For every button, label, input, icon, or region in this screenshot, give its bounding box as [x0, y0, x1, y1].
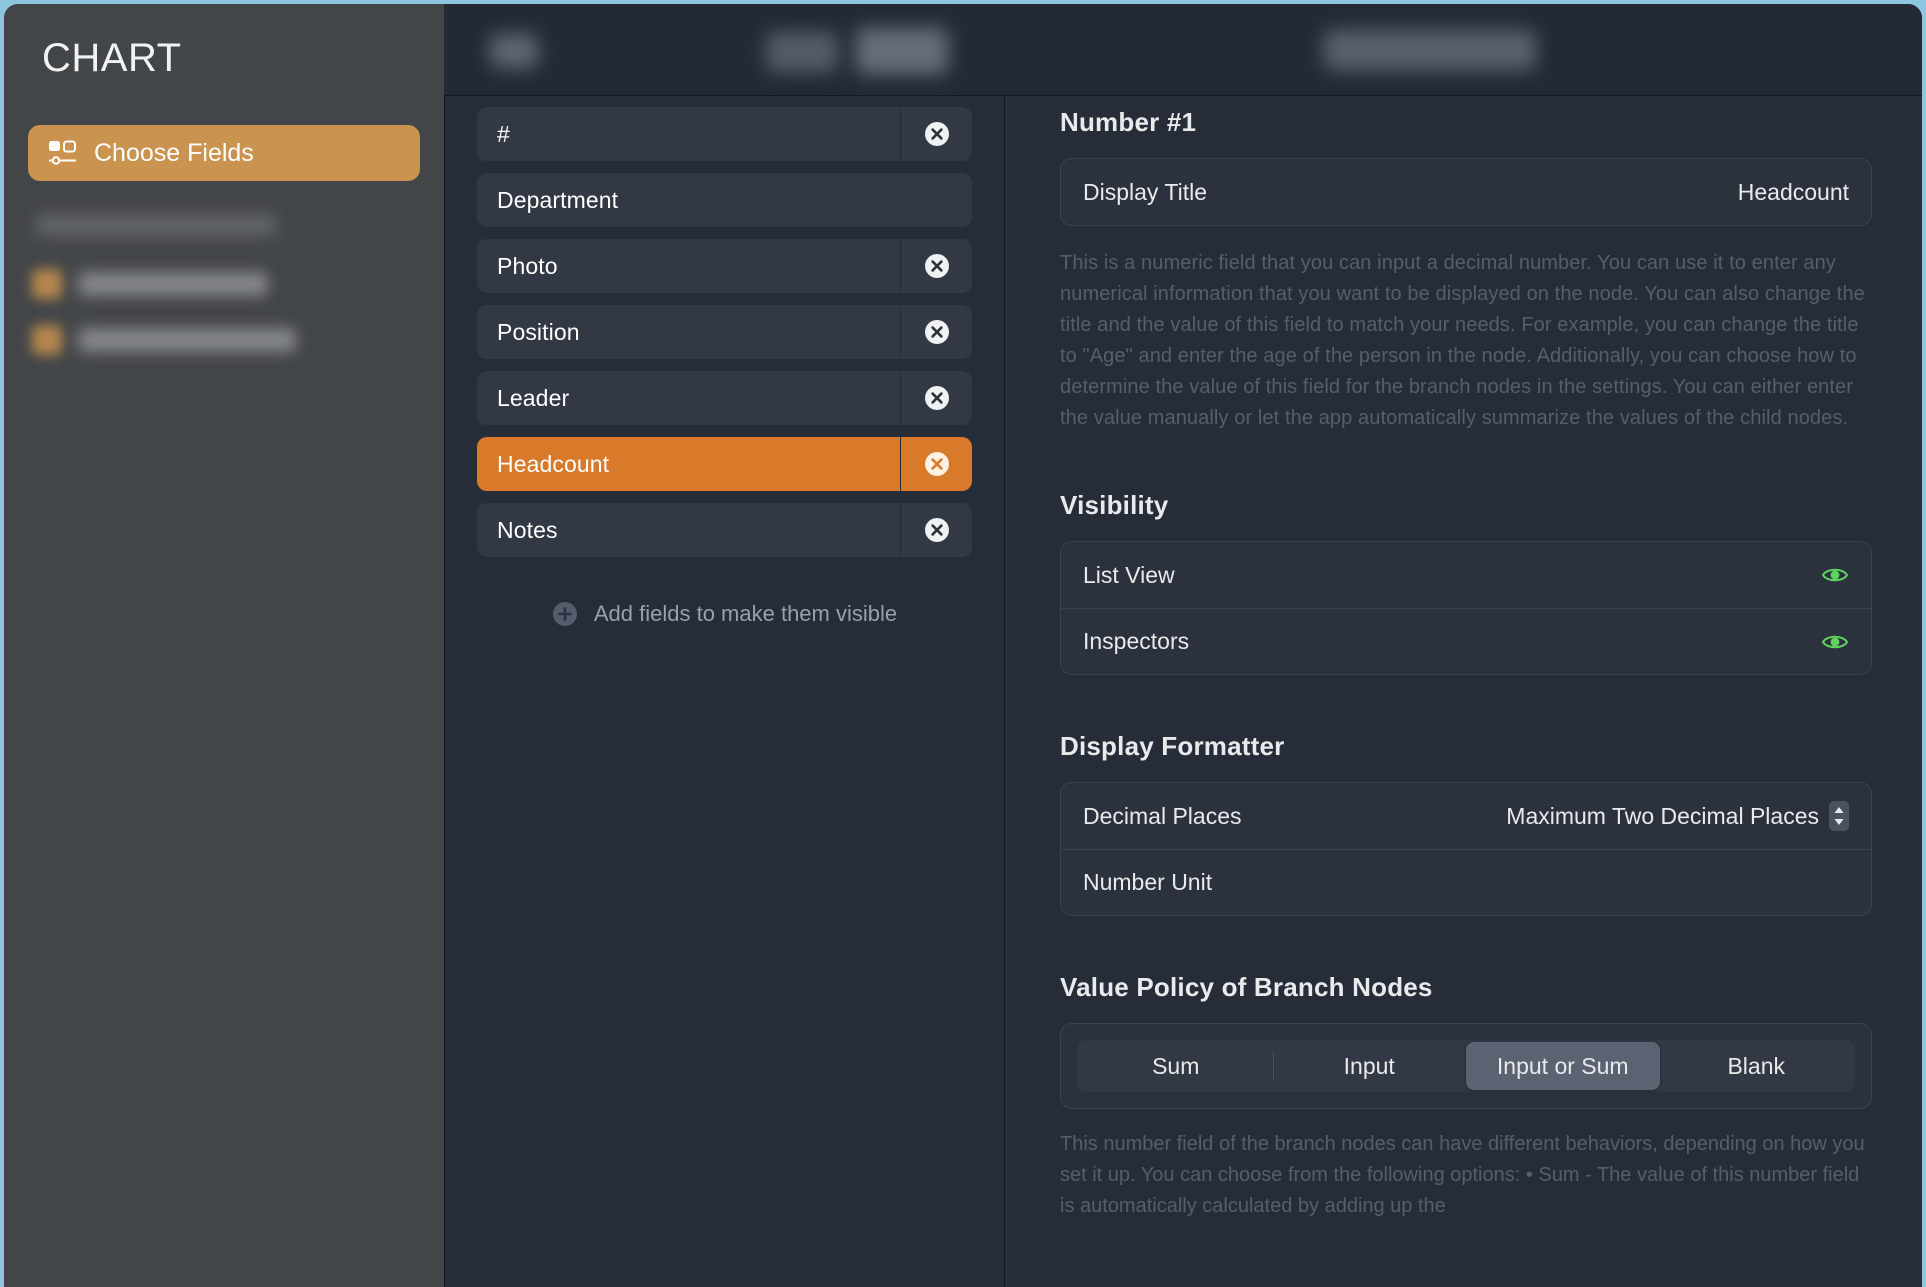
value-policy-option[interactable]: Sum: [1079, 1042, 1273, 1090]
field-label: Position: [497, 318, 580, 345]
sidebar-item-label: Choose Fields: [94, 138, 254, 167]
number-unit-label: Number Unit: [1083, 869, 1213, 895]
x-circle-icon: [924, 319, 950, 345]
display-formatter-card: Decimal Places Maximum Two Decimal Place…: [1060, 782, 1872, 916]
redacted-label: [78, 272, 268, 296]
visibility-row-list-view[interactable]: List View: [1061, 542, 1871, 608]
sidebar-item-choose-fields[interactable]: Choose Fields: [28, 125, 420, 181]
redacted-toolbar-item[interactable]: [766, 32, 838, 72]
visibility-section-title: Visibility: [1060, 490, 1169, 520]
x-circle-icon: [924, 253, 950, 279]
decimal-places-value: Maximum Two Decimal Places: [1506, 802, 1819, 829]
field-remove-button[interactable]: [900, 503, 972, 557]
x-circle-icon: [924, 451, 950, 477]
redacted-icon: [32, 325, 62, 355]
visibility-label: Inspectors: [1083, 628, 1190, 654]
display-formatter-section-title: Display Formatter: [1060, 731, 1285, 761]
field-remove-button[interactable]: [900, 437, 972, 491]
field-label: Headcount: [497, 450, 610, 477]
eye-icon[interactable]: [1821, 561, 1849, 589]
x-circle-icon: [924, 517, 950, 543]
field-row[interactable]: Leader: [477, 371, 972, 425]
toolbar-redacted: [444, 4, 1922, 96]
field-remove-button[interactable]: [900, 107, 972, 161]
fields-list: # Department Photo Position Leader Headcount N…: [445, 4, 1004, 627]
sidebar-redacted-group: [28, 215, 420, 381]
redacted-section-heading: [36, 215, 276, 235]
value-policy-option[interactable]: Input: [1272, 1042, 1467, 1090]
stepper-chevron-icon[interactable]: [1819, 801, 1849, 831]
fields-panel: # Department Photo Position Leader Headcount N…: [444, 4, 1004, 1287]
field-label: Photo: [497, 252, 558, 279]
sidebar: CHART Choose Fields: [4, 4, 444, 1287]
field-row[interactable]: #: [477, 107, 972, 161]
redacted-label: [78, 328, 296, 352]
decimal-places-select[interactable]: Maximum Two Decimal Places: [1506, 801, 1849, 831]
field-description: This is a numeric field that you can inp…: [1060, 252, 1865, 429]
value-policy-card: Sum Input Input or Sum Blank: [1060, 1023, 1872, 1109]
field-remove-button[interactable]: [900, 305, 972, 359]
display-title-row[interactable]: Display Title Headcount: [1061, 159, 1871, 225]
redacted-toolbar-item[interactable]: [490, 34, 538, 68]
redacted-sidebar-item: [32, 325, 420, 355]
redacted-toolbar-item[interactable]: [856, 28, 948, 74]
eye-icon[interactable]: [1821, 628, 1849, 656]
field-remove-button[interactable]: [900, 371, 972, 425]
value-policy-option[interactable]: Input or Sum: [1466, 1042, 1660, 1090]
add-fields-button[interactable]: Add fields to make them visible: [477, 601, 972, 627]
x-circle-icon: [924, 121, 950, 147]
value-policy-description: This number field of the branch nodes ca…: [1060, 1133, 1865, 1217]
value-policy-section-title: Value Policy of Branch Nodes: [1060, 972, 1433, 1002]
visibility-label: List View: [1083, 561, 1175, 588]
inspector-header: Number #1: [1060, 107, 1197, 137]
field-label: Leader: [497, 384, 570, 411]
add-fields-label: Add fields to make them visible: [593, 601, 898, 626]
redacted-icon: [32, 269, 62, 299]
field-label: #: [497, 120, 510, 147]
field-remove-button[interactable]: [900, 239, 972, 293]
field-label: Notes: [497, 516, 558, 543]
x-circle-icon: [924, 385, 950, 411]
value-policy-option[interactable]: Blank: [1660, 1042, 1854, 1090]
redacted-toolbar-item[interactable]: [1324, 30, 1536, 70]
number-unit-row[interactable]: Number Unit: [1061, 849, 1871, 915]
display-title-label: Display Title: [1083, 178, 1207, 205]
inspector-panel: Number #1 Display Title Headcount This i…: [1004, 4, 1922, 1287]
page-title: CHART: [42, 36, 182, 80]
visibility-card: List View Inspectors: [1060, 541, 1872, 675]
field-row[interactable]: Department: [477, 173, 972, 227]
decimal-places-row[interactable]: Decimal Places Maximum Two Decimal Place…: [1061, 783, 1871, 849]
display-title-value: Headcount: [1737, 178, 1849, 205]
fields-layout-icon: [48, 139, 78, 167]
visibility-row-inspectors[interactable]: Inspectors: [1061, 608, 1871, 674]
field-row[interactable]: Headcount: [477, 437, 972, 491]
plus-circle-icon: [552, 601, 578, 627]
field-row[interactable]: Position: [477, 305, 972, 359]
field-row[interactable]: Photo: [477, 239, 972, 293]
decimal-places-label: Decimal Places: [1083, 802, 1242, 829]
redacted-sidebar-item: [32, 269, 420, 299]
field-row[interactable]: Notes: [477, 503, 972, 557]
app-window: CHART Choose Fields # Department Photo P…: [4, 4, 1922, 1287]
value-policy-segmented-control[interactable]: Sum Input Input or Sum Blank: [1077, 1040, 1855, 1092]
field-label: Department: [497, 186, 619, 213]
display-title-card: Display Title Headcount: [1060, 158, 1872, 226]
